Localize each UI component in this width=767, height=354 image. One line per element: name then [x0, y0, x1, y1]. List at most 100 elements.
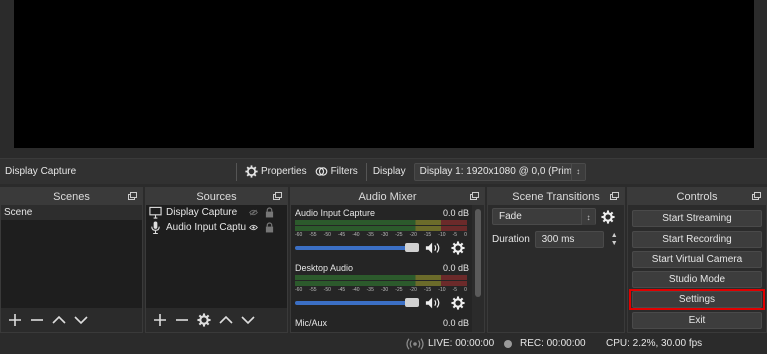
- duration-stepper[interactable]: ▲ ▼: [608, 231, 620, 248]
- speaker-icon[interactable]: [425, 296, 441, 310]
- channel-name: Audio Input Capture: [295, 208, 376, 218]
- cpu-status: CPU: 2.2%, 30.00 fps: [606, 338, 703, 349]
- float-dock-icon[interactable]: [610, 192, 619, 200]
- mixer-channel: Mic/Aux 0.0 dB: [291, 315, 473, 332]
- rec-status: REC: 00:00:00: [520, 338, 586, 349]
- volume-meter: [295, 226, 467, 231]
- gear-icon[interactable]: [196, 312, 212, 328]
- gear-icon[interactable]: [600, 209, 616, 225]
- mixer-channels: Audio Input Capture 0.0 dB -60 -55 -50 -45 -4…: [291, 205, 473, 332]
- list-item[interactable]: Scene: [1, 205, 142, 220]
- settings-highlight-box: [629, 289, 765, 310]
- preview-canvas[interactable]: [14, 0, 754, 148]
- start-virtual-camera-button[interactable]: Start Virtual Camera: [632, 251, 762, 268]
- volume-meter: [295, 220, 467, 225]
- chevron-up-icon[interactable]: [218, 312, 234, 328]
- list-item[interactable]: Display Capture: [146, 205, 287, 220]
- sources-dock: Sources Display Capture Audio Input Capt…: [145, 187, 288, 333]
- obs-window: Display Capture Properties Filters Displ…: [0, 0, 767, 354]
- duration-input[interactable]: 300 ms: [534, 231, 605, 248]
- volume-meter: [295, 275, 467, 280]
- eye-icon[interactable]: [249, 222, 262, 234]
- float-dock-icon[interactable]: [128, 192, 137, 200]
- chevron-updown-icon: ↕: [570, 163, 585, 180]
- scenes-toolbar: [1, 308, 142, 332]
- scenes-dock: Scenes Scene: [0, 187, 143, 333]
- selected-source-name: Display Capture: [5, 166, 77, 177]
- lock-icon[interactable]: [265, 222, 278, 234]
- duration-label: Duration: [492, 234, 530, 245]
- gear-icon[interactable]: [451, 296, 467, 310]
- start-streaming-button[interactable]: Start Streaming: [632, 210, 762, 227]
- chevron-updown-icon: ↕: [581, 209, 595, 225]
- start-recording-button[interactable]: Start Recording: [632, 231, 762, 248]
- studio-mode-button[interactable]: Studio Mode: [632, 271, 762, 288]
- filters-button[interactable]: Filters: [311, 165, 362, 178]
- channel-level: 0.0 dB: [442, 208, 469, 218]
- filters-icon: [315, 167, 327, 176]
- display-select[interactable]: Display 1: 1920x1080 @ 0,0 (Prima ↕: [413, 162, 586, 181]
- volume-slider-handle[interactable]: [405, 298, 419, 307]
- controls-title: Controls: [676, 190, 718, 203]
- mixer-channel: Audio Input Capture 0.0 dB -60 -55 -50 -45 -4…: [291, 205, 473, 260]
- channel-name: Mic/Aux: [295, 318, 328, 328]
- scene-transitions-title: Scene Transitions: [512, 190, 600, 203]
- scenes-title: Scenes: [53, 190, 90, 203]
- scene-transitions-dock: Scene Transitions Fade ↕ Duration 300 ms…: [487, 187, 625, 333]
- minus-icon[interactable]: [29, 312, 45, 328]
- volume-slider[interactable]: [295, 243, 419, 252]
- volume-slider-handle[interactable]: [405, 243, 419, 252]
- chevron-down-icon[interactable]: [73, 312, 89, 328]
- scene-label: Scene: [4, 207, 33, 218]
- mixer-channel: Desktop Audio 0.0 dB -60 -55 -50 -45 -40 -35 -3…: [291, 260, 473, 315]
- status-bar: LIVE: 00:00:00 REC: 00:00:00 CPU: 2.2%, …: [0, 334, 767, 354]
- channel-name: Desktop Audio: [295, 263, 354, 273]
- transition-select[interactable]: Fade ↕: [492, 208, 596, 225]
- plus-icon[interactable]: [7, 312, 23, 328]
- channel-level: 0.0 dB: [442, 263, 469, 273]
- separator: [365, 162, 367, 181]
- sources-title: Sources: [196, 190, 237, 203]
- list-item[interactable]: Audio Input Captu: [146, 220, 287, 235]
- broadcast-icon: [406, 338, 424, 350]
- source-label: Audio Input Captu: [166, 222, 246, 233]
- gear-icon[interactable]: [451, 241, 467, 255]
- controls-dock: Controls Start Streaming Start Recording…: [627, 187, 767, 333]
- audio-mixer-dock-title: Audio Mixer: [291, 188, 484, 205]
- live-status: LIVE: 00:00:00: [428, 338, 495, 349]
- preview-area: [0, 0, 767, 158]
- scrollbar-thumb[interactable]: [475, 209, 481, 297]
- chevron-down-icon[interactable]: [240, 312, 256, 328]
- volume-meter: [295, 281, 467, 286]
- controls-body: Start Streaming Start Recording Start Vi…: [628, 205, 766, 332]
- separator: [236, 162, 237, 181]
- display-label: Display: [372, 166, 406, 177]
- sources-toolbar: [146, 308, 287, 332]
- filters-label: Filters: [330, 166, 358, 177]
- source-context-bar: Display Capture Properties Filters Displ…: [0, 158, 767, 184]
- chevron-up-icon[interactable]: [51, 312, 67, 328]
- eye-hidden-icon[interactable]: [249, 207, 262, 219]
- float-dock-icon[interactable]: [752, 192, 761, 200]
- minus-icon[interactable]: [174, 312, 190, 328]
- channel-level: 0.0 dB: [442, 318, 469, 328]
- volume-slider[interactable]: [295, 298, 419, 307]
- scene-transitions-dock-title: Scene Transitions: [488, 188, 624, 205]
- float-dock-icon[interactable]: [273, 192, 282, 200]
- sources-dock-title: Sources: [146, 188, 287, 205]
- transition-value: Fade: [499, 211, 522, 222]
- gear-icon: [245, 165, 258, 178]
- meter-ticks: -60 -55 -50 -45 -40 -35 -30 -25 -20 -15 -10 -5 0: [295, 287, 467, 293]
- mixer-scrollbar[interactable]: [472, 205, 484, 332]
- exit-button[interactable]: Exit: [632, 312, 762, 329]
- plus-icon[interactable]: [152, 312, 168, 328]
- speaker-icon[interactable]: [425, 241, 441, 255]
- lock-icon[interactable]: [265, 207, 278, 219]
- float-dock-icon[interactable]: [470, 192, 479, 200]
- properties-button[interactable]: Properties: [241, 165, 311, 178]
- source-label: Display Capture: [166, 207, 238, 218]
- record-dot-icon: [504, 340, 512, 348]
- scene-transitions-body: Fade ↕ Duration 300 ms ▲ ▼: [488, 205, 624, 332]
- audio-mixer-title: Audio Mixer: [358, 190, 417, 203]
- controls-dock-title: Controls: [628, 188, 766, 205]
